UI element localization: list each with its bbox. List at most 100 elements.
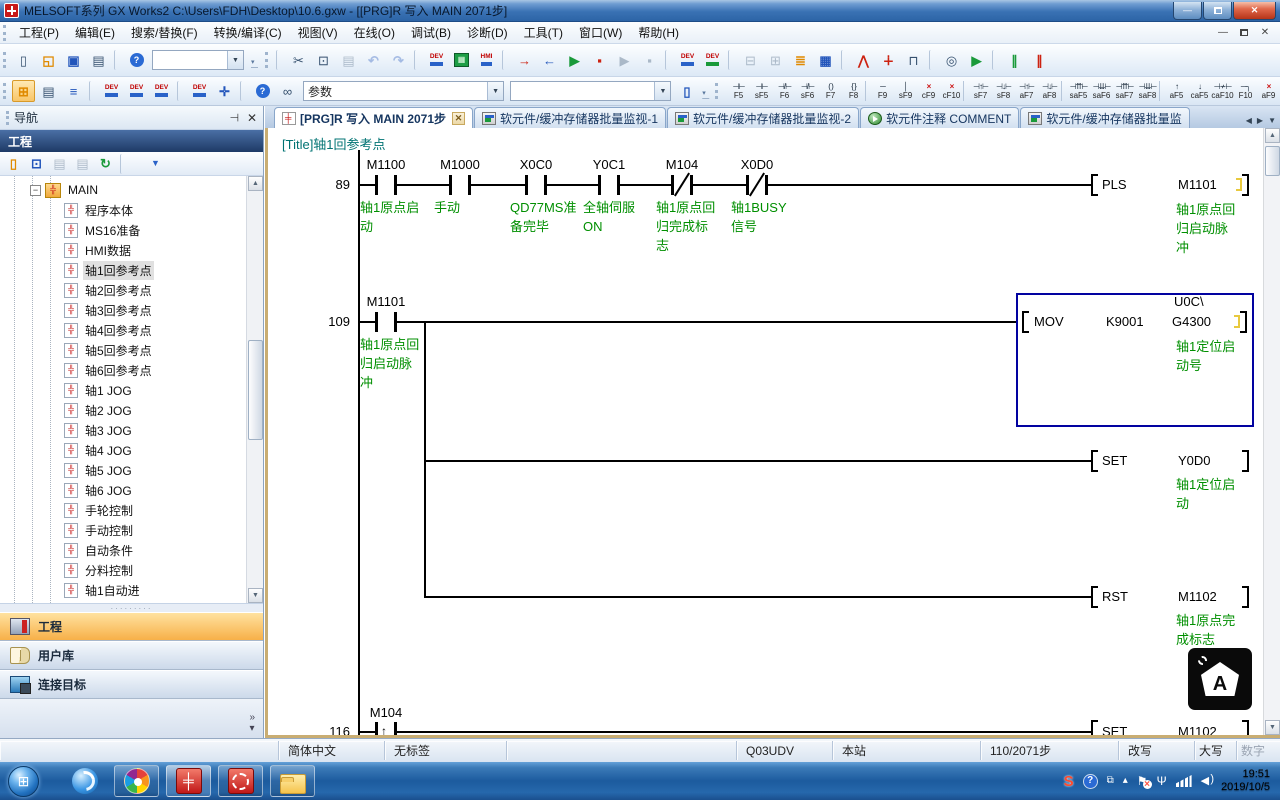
contact-M1101[interactable] [375,312,397,332]
open-project-icon[interactable]: ◱ [37,49,60,71]
tree-item[interactable]: − 分料控制 [0,560,246,580]
tab-device-comment[interactable]: 软元件注释 COMMENT ✕ [860,107,1019,128]
toolbar-overflow-icon[interactable]: ▾— [249,50,260,70]
contact-M1100[interactable] [375,175,397,195]
tree-item[interactable]: − 手动控制 [0,520,246,540]
print-icon[interactable]: ▤ [87,49,110,71]
find-combo[interactable]: ▼ [510,81,671,101]
minimize-button[interactable]: — [1173,2,1202,20]
instruction-PLS[interactable]: PLS [1102,177,1127,192]
scroll-down-icon[interactable]: ▼ [248,588,263,603]
monitor-window-icon[interactable]: ▦ [450,49,473,71]
mdi-minimize-button[interactable]: — [1214,25,1232,40]
monitor-pause-icon[interactable]: ▶ [613,49,636,71]
menu-item[interactable]: 诊断(D) [459,21,516,44]
contact-Y0C1[interactable] [598,175,620,195]
panel-more-icon[interactable]: »▾ [249,712,255,734]
pulse-ne-open-branch-button[interactable]: ⊣⇈⊢saF7 [1113,79,1136,104]
tree-item[interactable]: − 手轮控制 [0,500,246,520]
undo-icon[interactable]: ↶ [362,49,385,71]
pulse-ne-close-button[interactable]: ⊣⇊⊢saF6 [1090,79,1113,104]
tab-scroll-left-icon[interactable]: ◀ [1246,116,1252,125]
device-batch-write-icon[interactable]: DEV [676,49,699,71]
help-icon[interactable]: ? [125,49,148,71]
toolbar-icon[interactable] [414,50,421,70]
open-contact-branch-button[interactable]: ⊣⊢sF5 [750,79,773,104]
contact-M104-pulse[interactable]: ↑ [375,722,397,735]
new-data-icon[interactable]: ▯ [3,154,24,174]
coil-button[interactable]: ( )F7 [819,79,842,104]
menu-item[interactable]: 帮助(H) [630,21,687,44]
find-binoculars-icon[interactable]: ∞ [276,80,299,102]
falling-pulse-button[interactable]: ⊣↓⊢sF8 [992,79,1015,104]
window-cascade-icon[interactable]: ⊟ [739,49,762,71]
tab-device-monitor-1[interactable]: 软元件/缓冲存储器批量监视-1 ✕ [474,107,666,128]
project-combo[interactable]: ▼ [152,50,244,70]
tree-item-main[interactable]: − MAIN [0,180,246,200]
operand-K9001[interactable]: K9001 [1106,314,1144,329]
operand-M1102[interactable]: M1102 [1178,589,1217,604]
note-display-icon[interactable]: DEV [150,80,173,102]
refresh-view-icon[interactable]: ↻ [95,154,116,174]
restore-button[interactable] [1203,2,1232,20]
volume-icon[interactable]: ◀ [1201,776,1209,787]
menu-item[interactable]: 窗口(W) [571,21,630,44]
contact-X0D0-nc[interactable] [746,175,768,195]
contact-M1000[interactable] [449,175,471,195]
sort-filter-icon[interactable]: ▼ [145,154,166,174]
explorer-taskbar-icon[interactable] [270,765,315,797]
open-contact-button[interactable]: ⊣⊢F5 [727,79,750,104]
taskbar-clock[interactable]: 19:51 2019/10/5 [1221,768,1270,794]
vertical-line-button[interactable]: │sF9 [894,79,917,104]
falling-pulse-branch-button[interactable]: ⊣↓⊢aF8 [1038,79,1061,104]
device-display-icon[interactable]: DEV [188,80,211,102]
navigation-window-icon[interactable]: ⊞ [12,80,35,102]
cut-icon[interactable]: ✂ [287,49,310,71]
tree-item[interactable]: − 轴2 JOG [0,400,246,420]
scrollbar-thumb[interactable] [1265,146,1280,176]
line-delete-button[interactable]: ×aF9 [1257,79,1280,104]
panel-close-icon[interactable]: ✕ [247,111,257,125]
toolbar-icon[interactable] [276,50,283,70]
tab-scroll-right-icon[interactable]: ▶ [1257,116,1263,125]
tab-list-icon[interactable]: ▼ [1268,116,1276,125]
pin-icon[interactable]: ⊤ [228,113,241,123]
toolbar-icon[interactable] [665,50,672,70]
scroll-down-icon[interactable]: ▼ [1265,720,1280,735]
action-center-icon[interactable]: ⚑ [1137,775,1148,787]
tree-item[interactable]: − HMI数据 [0,240,246,260]
sogou-input-icon[interactable]: S [1064,774,1074,789]
power-plug-icon[interactable]: Ψ [1157,775,1167,787]
menu-item[interactable]: 搜索/替换(F) [123,21,206,44]
tree-item[interactable]: − 轴6回参考点 [0,360,246,380]
tree-item[interactable]: − 程序本体 [0,200,246,220]
tray-help-icon[interactable]: ? [1083,774,1098,789]
menu-item[interactable]: 工程(P) [11,21,67,44]
ladder-monitor-2-icon[interactable]: ∥ [1028,49,1051,71]
program-stack-icon[interactable]: ≣ [789,49,812,71]
paste-data-icon[interactable]: ▤ [49,154,70,174]
tree-item[interactable]: − 自动条件 [0,540,246,560]
redo-icon[interactable]: ↷ [387,49,410,71]
hmi-monitor-icon[interactable]: HMI [475,49,498,71]
operand-M1101[interactable]: M1101 [1178,177,1217,192]
toolbar-overflow-icon[interactable]: ▾— [701,81,710,101]
project-tool-icon[interactable] [120,154,141,174]
operand-G4300[interactable]: G4300 [1172,314,1211,329]
tray-window-icon[interactable]: ⧉ [1107,776,1114,786]
tree-collapse-icon[interactable]: − [30,185,41,196]
line-draw-button[interactable]: ─┐F10 [1234,79,1257,104]
closed-contact-branch-button[interactable]: ⊣/⊢sF6 [796,79,819,104]
browser-taskbar-icon[interactable] [62,765,107,797]
invert-result-button[interactable]: ⊣≁⊢caF10 [1211,79,1234,104]
ladder-monitor-icon[interactable]: ∥ [1003,49,1026,71]
toolbar-icon[interactable] [841,50,848,70]
menu-item[interactable]: 视图(V) [290,21,346,44]
pinwheel-app-taskbar-icon[interactable] [114,765,159,797]
tree-item[interactable]: − 轴6 JOG [0,480,246,500]
scroll-up-icon[interactable]: ▲ [248,176,263,191]
statement-display-icon[interactable]: DEV [125,80,148,102]
device-batch-read-icon[interactable]: DEV [701,49,724,71]
instruction-SET[interactable]: SET [1102,453,1127,468]
nav-project-button[interactable]: 工程 [0,612,263,641]
